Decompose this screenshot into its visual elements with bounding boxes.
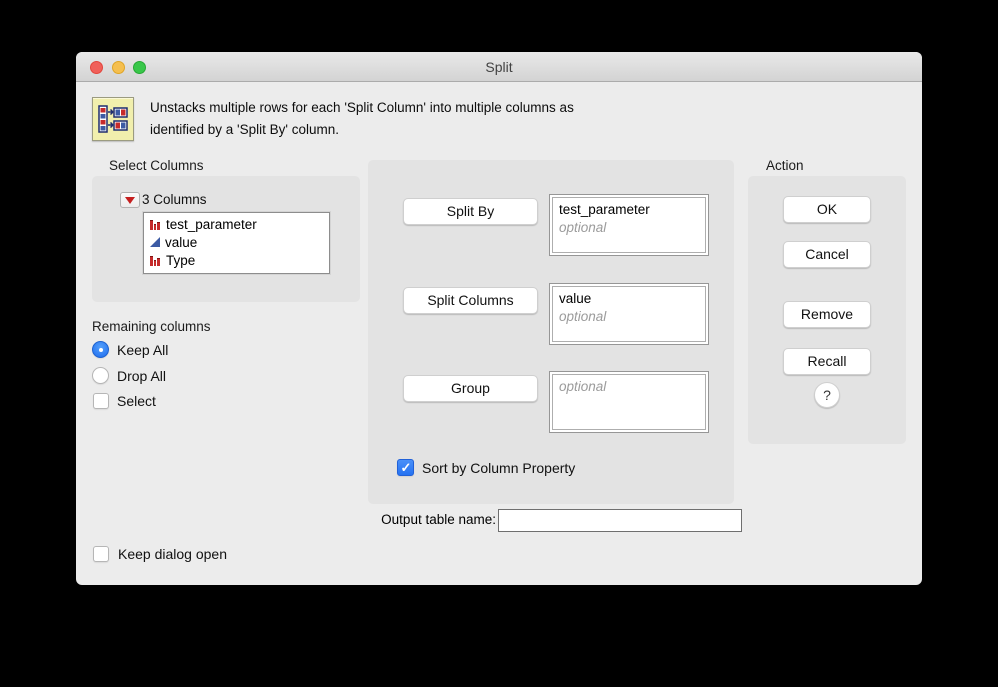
output-table-name-label: Output table name: xyxy=(381,512,496,527)
remove-button[interactable]: Remove xyxy=(783,301,871,328)
split-by-dropzone[interactable]: test_parameter optional xyxy=(549,194,709,256)
action-label: Action xyxy=(766,158,804,173)
select-checkbox[interactable] xyxy=(93,393,109,409)
column-name: Type xyxy=(166,252,196,268)
split-columns-button[interactable]: Split Columns xyxy=(403,287,538,314)
group-dropzone-inner: optional xyxy=(552,374,706,430)
select-columns-label: Select Columns xyxy=(109,158,204,173)
column-name: test_parameter xyxy=(166,216,257,232)
split-dialog-window: Split Unstacks multiple rows for each 'S… xyxy=(76,52,922,585)
keep-dialog-open-label[interactable]: Keep dialog open xyxy=(118,546,227,562)
traffic-lights xyxy=(90,60,146,74)
continuous-icon xyxy=(150,237,160,247)
split-table-icon xyxy=(92,97,134,141)
split-columns-dropzone-inner: value optional xyxy=(552,286,706,342)
close-button[interactable] xyxy=(90,60,103,74)
keep-dialog-open-checkbox[interactable] xyxy=(93,546,109,562)
sort-by-column-property-checkbox[interactable] xyxy=(397,459,414,476)
drop-all-label[interactable]: Drop All xyxy=(117,368,166,384)
split-by-placeholder: optional xyxy=(559,220,607,236)
split-table-glyph xyxy=(98,105,128,133)
split-columns-placeholder: optional xyxy=(559,309,607,325)
cancel-button[interactable]: Cancel xyxy=(783,241,871,268)
window-title: Split xyxy=(485,59,513,75)
zoom-button[interactable] xyxy=(133,60,146,74)
help-button[interactable]: ? xyxy=(814,382,840,408)
group-button[interactable]: Group xyxy=(403,375,538,402)
columns-list[interactable]: test_parameter value Type xyxy=(143,212,330,274)
columns-count-label: 3 Columns xyxy=(142,192,207,207)
nominal-icon xyxy=(150,255,161,266)
keep-all-label[interactable]: Keep All xyxy=(117,342,168,358)
group-dropzone[interactable]: optional xyxy=(549,371,709,433)
split-by-value[interactable]: test_parameter xyxy=(559,201,699,219)
list-item[interactable]: value xyxy=(150,233,329,251)
split-by-dropzone-inner: test_parameter optional xyxy=(552,197,706,253)
split-by-button[interactable]: Split By xyxy=(403,198,538,225)
drop-all-radio[interactable] xyxy=(92,367,109,384)
description-line-2: identified by a 'Split By' column. xyxy=(150,121,339,137)
output-table-name-input[interactable] xyxy=(498,509,742,532)
recall-button[interactable]: Recall xyxy=(783,348,871,375)
description-line-1: Unstacks multiple rows for each 'Split C… xyxy=(150,100,574,115)
list-item[interactable]: test_parameter xyxy=(150,215,329,233)
minimize-button[interactable] xyxy=(111,60,125,74)
title-bar[interactable]: Split xyxy=(76,52,922,82)
split-columns-value[interactable]: value xyxy=(559,290,699,308)
column-name: value xyxy=(165,234,198,250)
group-placeholder: optional xyxy=(559,379,607,394)
dialog-description: Unstacks multiple rows for each 'Split C… xyxy=(150,97,730,140)
remaining-columns-label: Remaining columns xyxy=(92,319,211,334)
sort-by-column-property-label[interactable]: Sort by Column Property xyxy=(422,460,575,476)
keep-all-radio[interactable] xyxy=(92,341,109,358)
nominal-icon xyxy=(150,219,161,230)
ok-button[interactable]: OK xyxy=(783,196,871,223)
list-item[interactable]: Type xyxy=(150,251,329,269)
split-columns-dropzone[interactable]: value optional xyxy=(549,283,709,345)
select-label[interactable]: Select xyxy=(117,393,156,409)
red-triangle-icon xyxy=(125,196,135,204)
columns-disclosure-button[interactable] xyxy=(120,192,140,208)
